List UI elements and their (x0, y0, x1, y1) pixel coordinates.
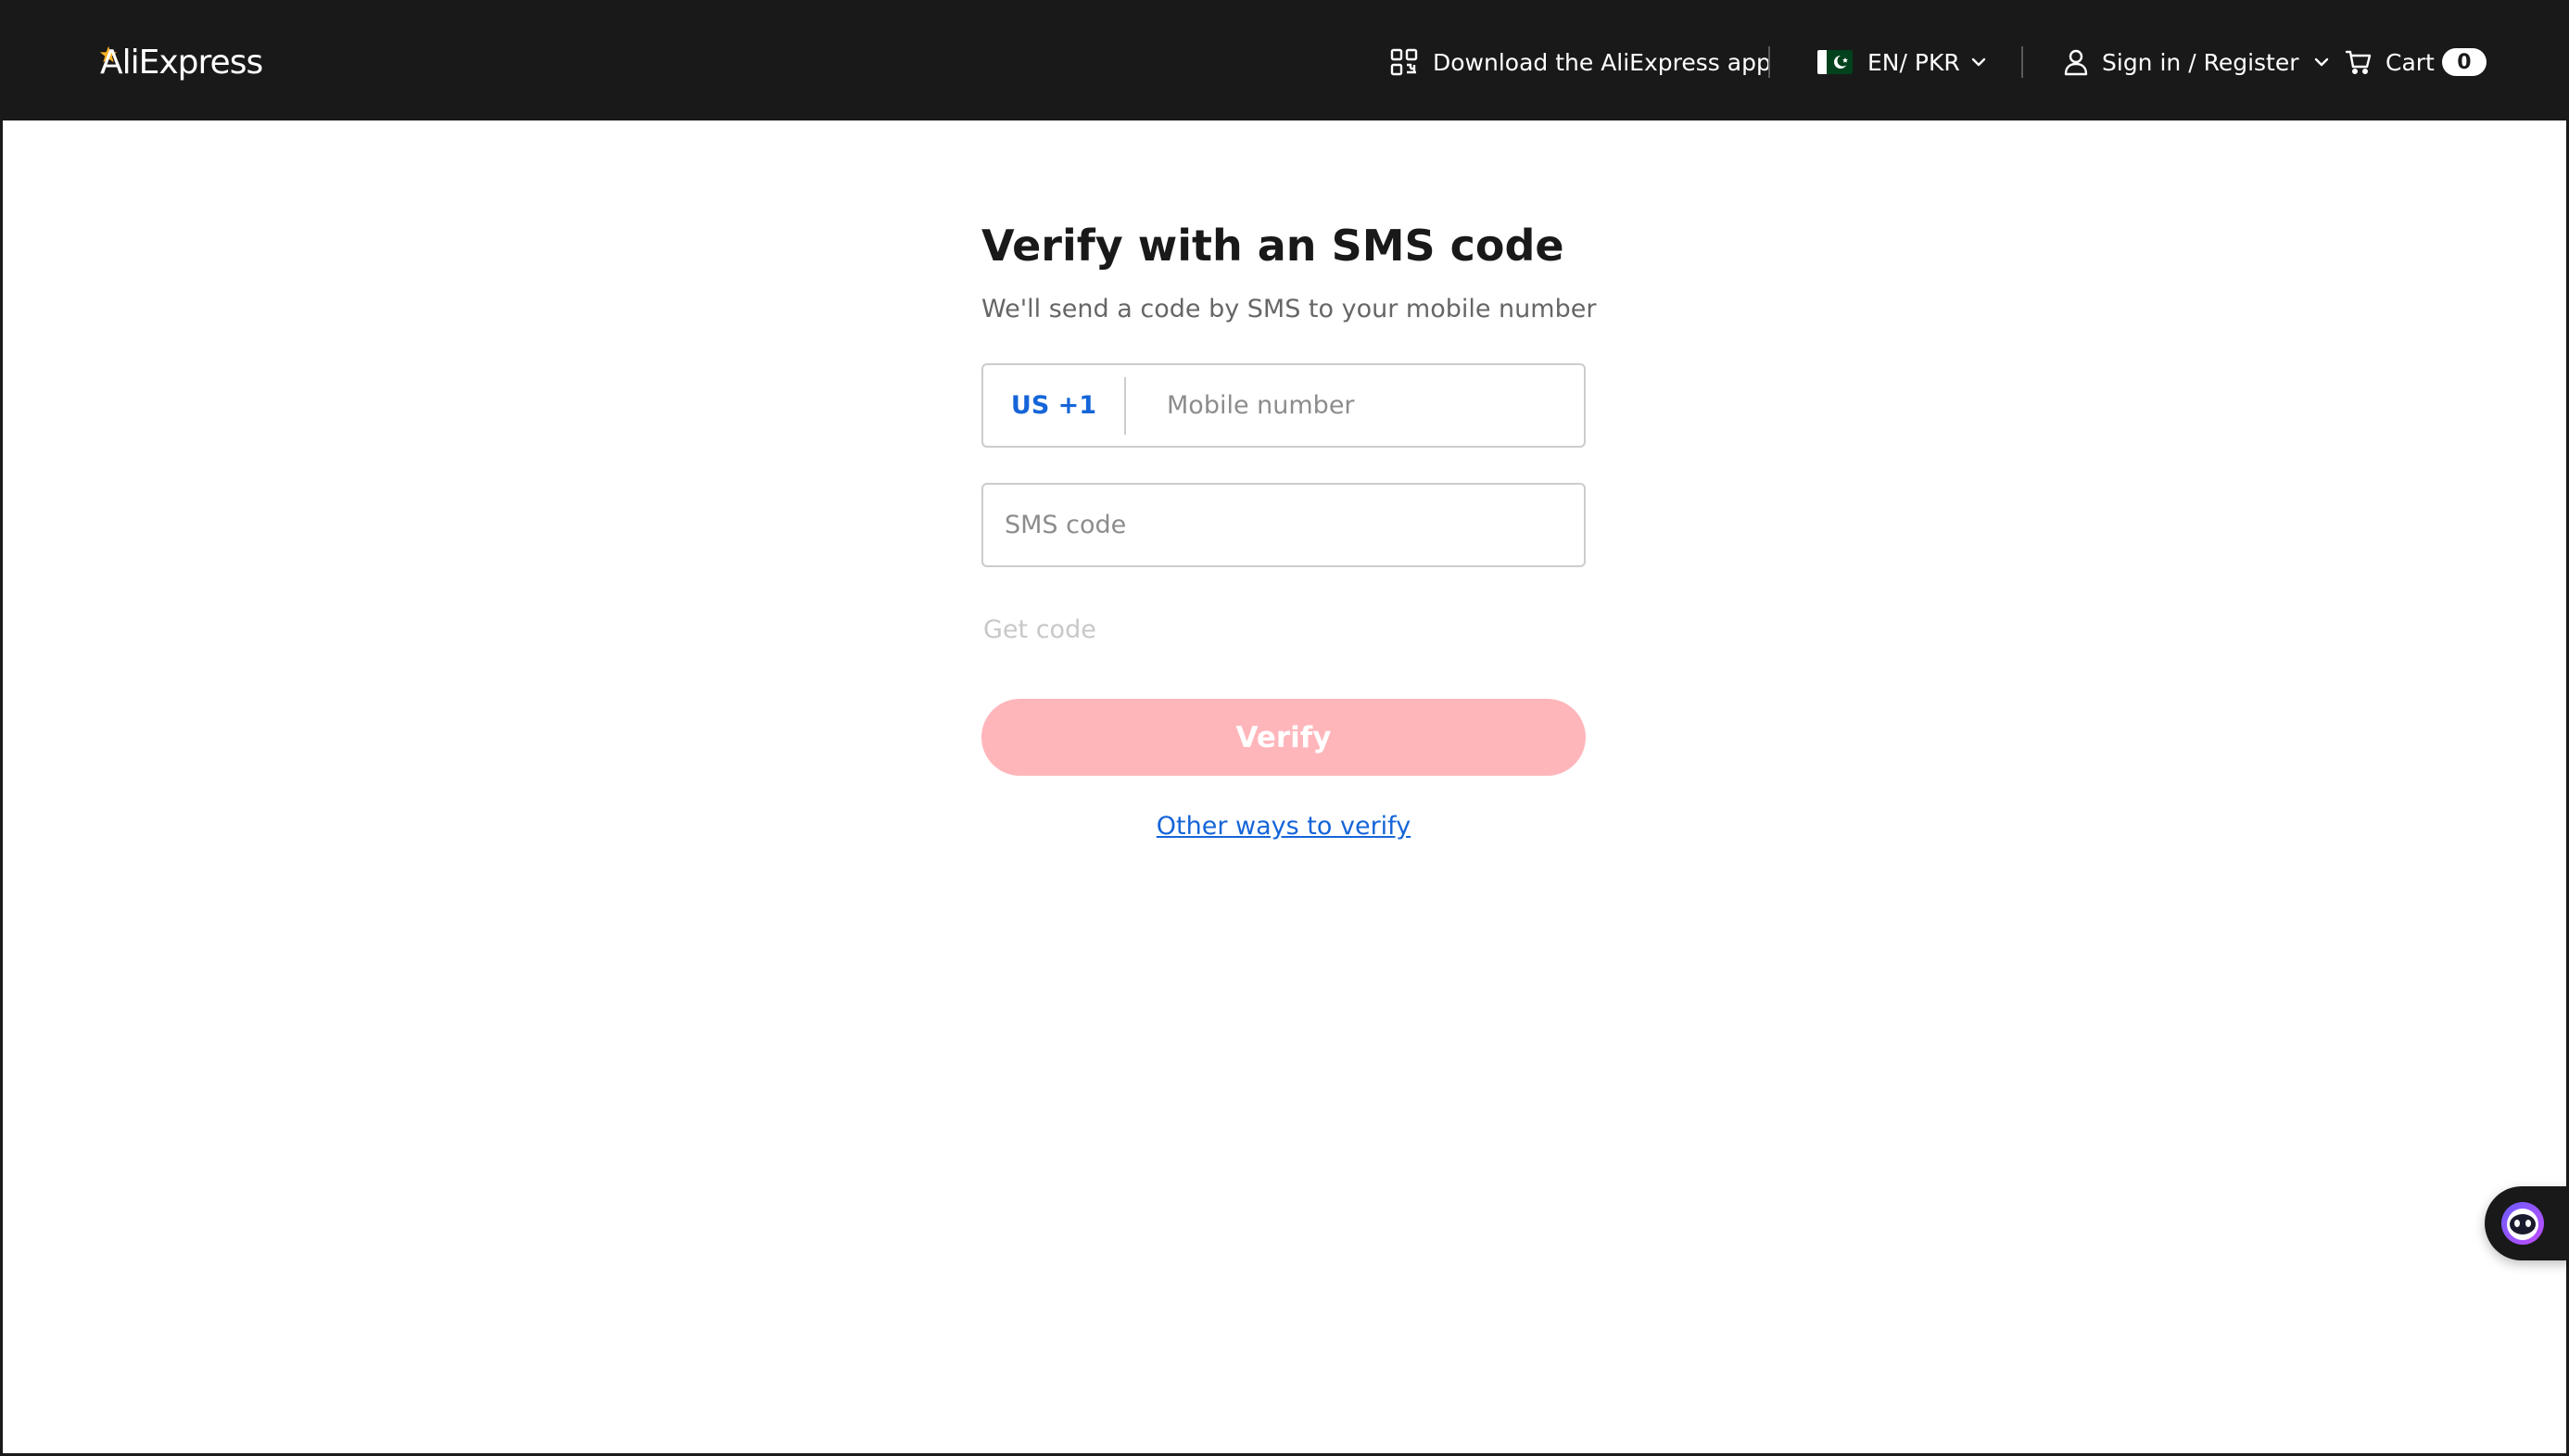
language-currency-selector[interactable]: EN/ PKR (1817, 37, 1988, 87)
verify-button[interactable]: Verify (981, 699, 1586, 776)
qr-code-icon (1390, 48, 1418, 76)
chevron-down-icon (2314, 57, 2328, 67)
page-subtitle: We'll send a code by SMS to your mobile … (981, 295, 1597, 323)
header-divider (1768, 46, 1770, 78)
pakistan-flag-icon (1817, 50, 1853, 74)
get-code-button[interactable]: Get code (983, 615, 1096, 644)
cart-count-badge: 0 (2441, 48, 2487, 76)
assistant-button[interactable] (2485, 1186, 2569, 1260)
logo-text: AliExpress (100, 43, 263, 82)
sign-in-register-menu[interactable]: Sign in / Register (2063, 37, 2331, 87)
download-app-label: Download the AliExpress app (1433, 48, 1771, 76)
cart-icon (2345, 50, 2372, 75)
country-code-selector[interactable]: US +1 (983, 365, 1124, 446)
sms-code-input[interactable] (983, 485, 1584, 565)
user-icon (2064, 49, 2088, 76)
language-currency-label: EN/ PKR (1867, 48, 1960, 76)
cart-link[interactable]: Cart 0 (2345, 37, 2487, 87)
download-app-link[interactable]: Download the AliExpress app (1390, 37, 1771, 87)
sms-code-field-group (981, 483, 1586, 567)
aliexpress-logo[interactable]: AliExpress (99, 37, 263, 87)
page-title: Verify with an SMS code (981, 221, 1564, 271)
mobile-number-field-group: US +1 (981, 363, 1586, 448)
sign-in-label: Sign in / Register (2102, 48, 2299, 76)
cart-label: Cart (2386, 48, 2435, 76)
top-header: AliExpress Download the AliExpress app E… (0, 0, 2569, 120)
chatbot-icon (2501, 1202, 2544, 1245)
mobile-number-input[interactable] (1126, 365, 1584, 446)
other-ways-to-verify-link[interactable]: Other ways to verify (1157, 812, 1411, 841)
chevron-down-icon (1971, 57, 1985, 67)
header-divider (2021, 46, 2023, 78)
